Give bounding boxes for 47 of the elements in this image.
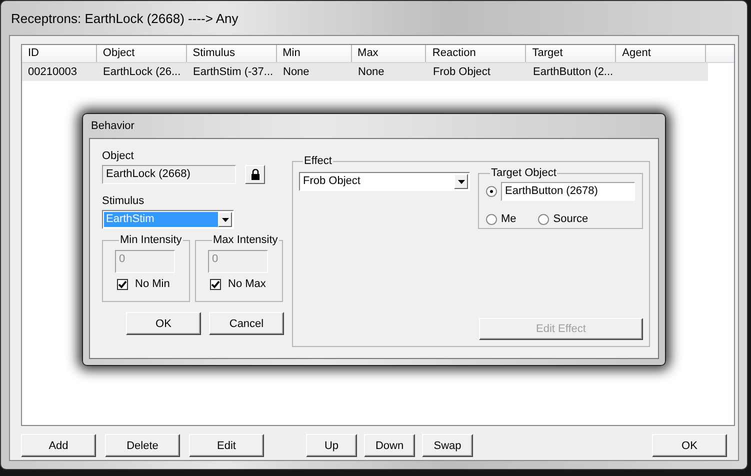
group-title: Max Intensity	[212, 234, 279, 247]
table-cell-text: EarthButton (2...	[532, 66, 614, 78]
lock-button[interactable]	[245, 165, 265, 184]
column-header[interactable]: Object	[96, 45, 187, 62]
dialog-button[interactable]: OK	[652, 434, 727, 457]
radio-button[interactable]	[538, 214, 550, 224]
column-header[interactable]: Target	[526, 45, 616, 62]
table-cell-text: None	[282, 66, 310, 78]
object-field[interactable]: EarthLock (2668)	[102, 165, 236, 184]
radio-button[interactable]	[486, 186, 497, 197]
dialog-button[interactable]: OK	[126, 312, 201, 335]
stimulus-label: Stimulus	[102, 194, 146, 208]
dialog-button[interactable]: Swap	[422, 434, 473, 457]
dialog-button[interactable]: Delete	[105, 434, 180, 457]
group-title: Min Intensity	[119, 234, 183, 247]
table-cell-text: Frob Object	[432, 66, 492, 78]
dialog-title: Behavior	[91, 120, 134, 132]
radio-label: Me	[501, 213, 516, 225]
dropdown-arrow-icon	[458, 180, 464, 184]
target-field[interactable]: EarthButton (2678)	[501, 182, 635, 201]
group-title: Effect	[303, 155, 333, 168]
table-cell-text: None	[357, 66, 386, 78]
dialog-button[interactable]: Cancel	[209, 312, 284, 335]
column-header[interactable]: ID	[22, 45, 97, 62]
dropdown-arrow-icon	[222, 218, 228, 222]
radio-button[interactable]	[486, 214, 497, 224]
dialog-button[interactable]: Down	[364, 434, 415, 457]
dialog-button[interactable]: Up	[306, 434, 357, 457]
table-cell-text: 00210003	[27, 66, 78, 78]
column-header[interactable]: Stimulus	[186, 45, 277, 62]
effect-dropdown[interactable]: Frob Object	[299, 172, 470, 191]
checkbox-label: No Min	[135, 278, 170, 290]
list-row[interactable]: 00210003 EarthLock (26... EarthStim (-37... None None Frob Object EarthButton (2...	[22, 63, 708, 81]
dialog-button[interactable]: Edit	[189, 434, 264, 457]
table-cell-text: EarthLock (26...	[102, 66, 182, 78]
column-header[interactable]: Max	[352, 45, 426, 62]
column-header[interactable]: Min	[276, 45, 352, 62]
group-title: Target Object	[490, 167, 558, 180]
column-header[interactable]: Agent	[616, 45, 706, 62]
column-header[interactable]: Reaction	[426, 45, 526, 62]
checkbox-label: No Max	[228, 278, 266, 290]
window-title: Receptrons: EarthLock (2668) ----> Any	[11, 10, 238, 26]
radio-label: Source	[553, 213, 588, 225]
lock-icon	[250, 169, 260, 180]
dialog-button[interactable]: Add	[21, 434, 96, 457]
object-label: Object	[102, 149, 135, 163]
table-cell-text: EarthStim (-37...	[192, 66, 274, 78]
